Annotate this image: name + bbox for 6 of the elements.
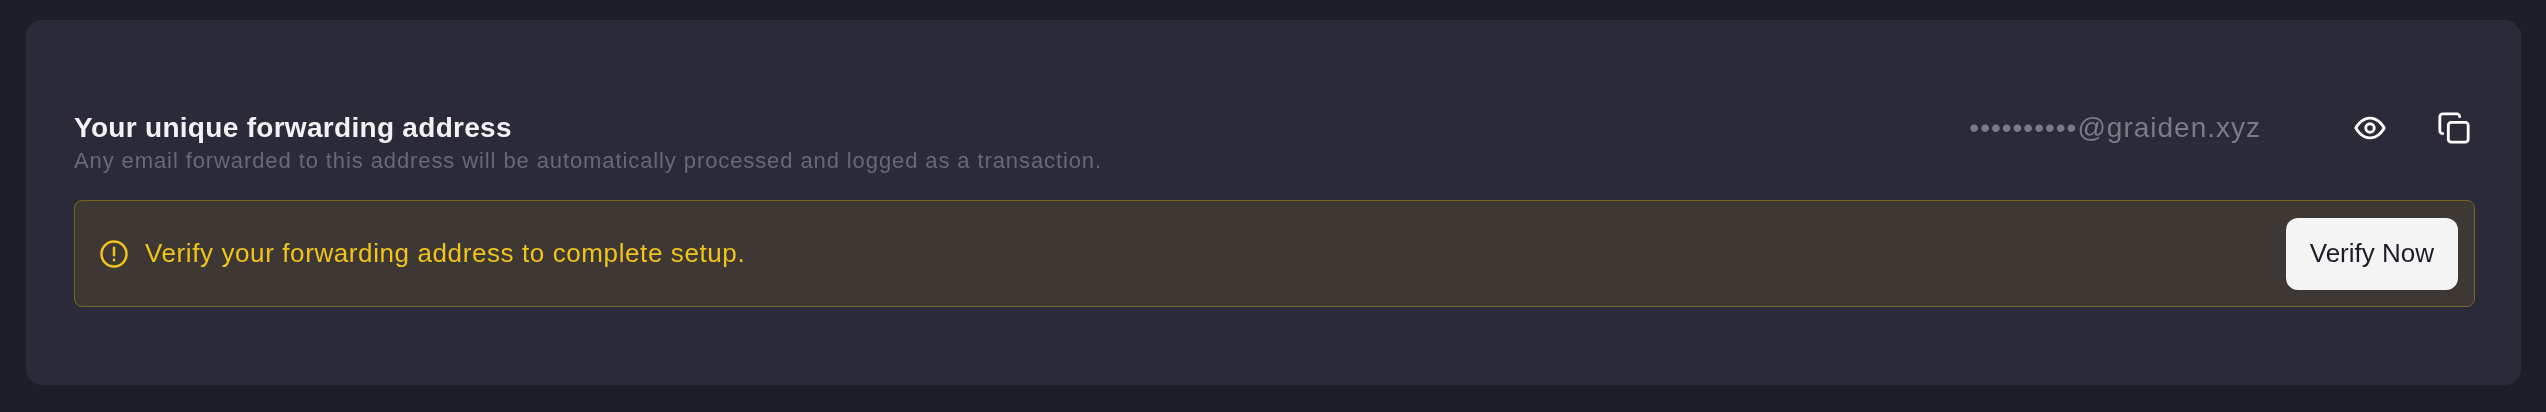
description: Any email forwarded to this address will be automatically processed and logged as a transaction. xyxy=(74,148,1104,174)
warning-icon xyxy=(99,238,129,269)
verify-button[interactable]: Verify Now xyxy=(2285,217,2458,290)
warning-message: Verify your forwarding address to complete setup. xyxy=(145,238,747,269)
masked-address: ••••••••••@graiden.xyz xyxy=(1969,112,2261,144)
card-title: Your unique forwarding address xyxy=(74,112,513,144)
